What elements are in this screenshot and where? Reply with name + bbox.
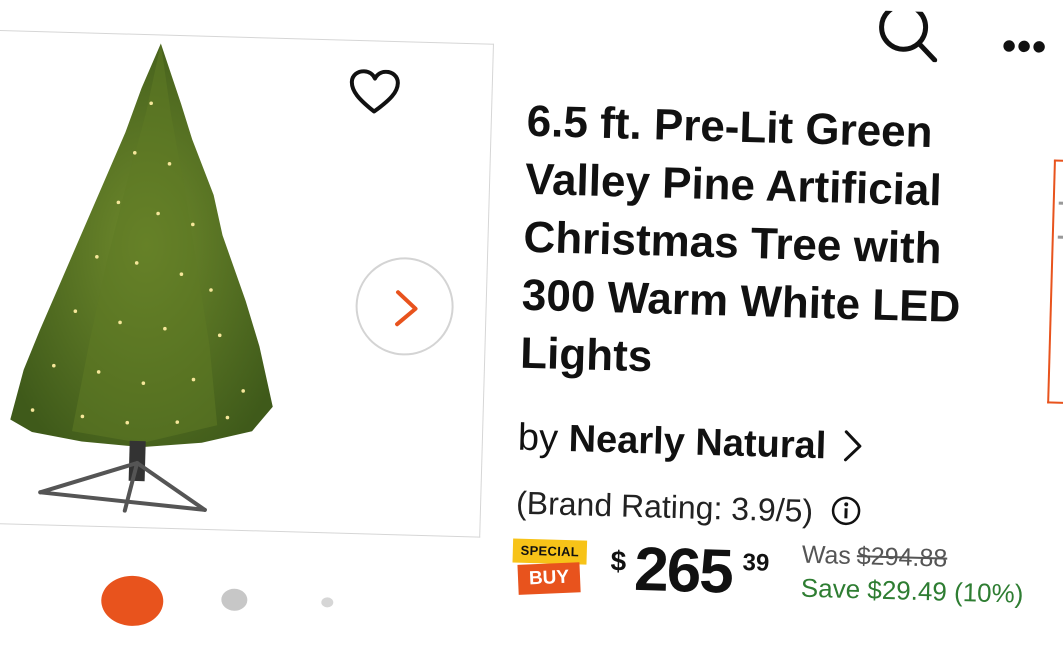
special-buy-badge: SPECIAL BUY xyxy=(512,538,592,599)
brand-link[interactable]: by Nearly Natural xyxy=(517,417,863,470)
price-currency: $ xyxy=(610,545,627,577)
price-dollars: 265 xyxy=(633,534,733,607)
brand-name[interactable]: Nearly Natural xyxy=(568,418,827,467)
search-icon[interactable] xyxy=(877,10,940,63)
original-price: $294.88 xyxy=(856,542,948,573)
special-buy-bottom: BUY xyxy=(517,562,581,595)
brand-prefix: by xyxy=(517,416,559,460)
savings-text: Save $29.49 (10%) xyxy=(800,572,1024,609)
special-buy-top: SPECIAL xyxy=(512,538,588,565)
chevron-right-icon xyxy=(843,430,862,462)
brand-rating: (Brand Rating: 3.9/5) xyxy=(516,485,863,532)
pagination-dot-active[interactable] xyxy=(100,575,164,627)
chevron-right-icon xyxy=(395,290,418,327)
brand-rating-text: (Brand Rating: 3.9/5) xyxy=(515,484,814,529)
product-page: ••• 6.5 ft. Pre-Lit Green Valley Pine Ar… xyxy=(0,0,1063,652)
product-title: 6.5 ft. Pre-Lit Green Valley Pine Artifi… xyxy=(520,93,1063,399)
was-price: Was $294.88 xyxy=(801,541,947,574)
pagination-dot[interactable] xyxy=(221,588,248,612)
info-icon[interactable] xyxy=(830,494,863,527)
product-image[interactable] xyxy=(0,39,293,517)
image-pagination xyxy=(100,575,362,632)
card-mark xyxy=(1058,201,1063,205)
more-options-icon[interactable]: ••• xyxy=(1001,24,1047,69)
card-mark xyxy=(1057,235,1063,239)
pagination-dot[interactable] xyxy=(321,597,334,608)
price-cents: 39 xyxy=(742,548,770,577)
favorite-heart-icon[interactable] xyxy=(348,69,401,116)
was-label: Was xyxy=(801,540,852,570)
product-image-panel xyxy=(0,29,494,538)
next-image-button[interactable] xyxy=(354,256,455,357)
